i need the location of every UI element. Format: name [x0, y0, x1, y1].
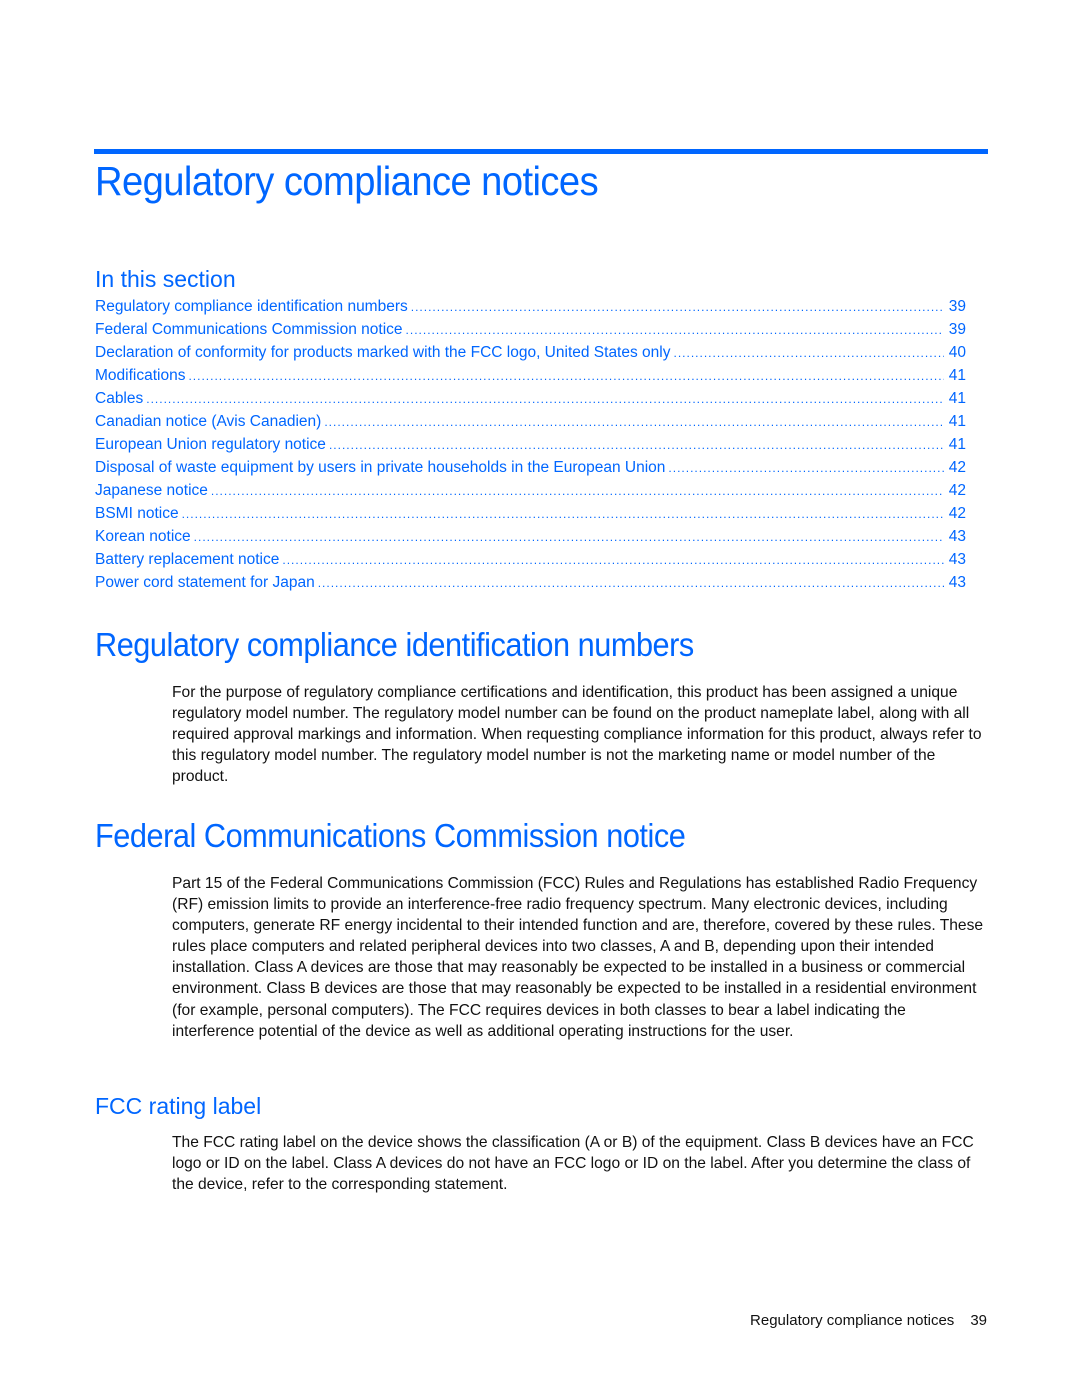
toc-item[interactable]: BSMI notice 42 — [95, 505, 966, 528]
section-heading-identification: Regulatory compliance identification num… — [95, 626, 694, 663]
toc-item-title: European Union regulatory notice — [95, 436, 326, 453]
toc-item[interactable]: Canadian notice (Avis Canadien) 41 — [95, 413, 966, 436]
toc-item-title: Disposal of waste equipment by users in … — [95, 459, 666, 476]
toc-item-title: Cables — [95, 390, 144, 407]
toc-leader-dots — [194, 530, 944, 544]
toc-item-page: 42 — [948, 459, 966, 476]
toc-item[interactable]: Regulatory compliance identification num… — [95, 298, 966, 321]
toc-item[interactable]: Korean notice 43 — [95, 528, 966, 551]
toc-item-title: Declaration of conformity for products m… — [95, 344, 671, 361]
toc-item-page: 39 — [948, 321, 966, 338]
toc-leader-dots — [673, 346, 943, 360]
toc-item-title: Korean notice — [95, 528, 191, 545]
toc-item-page: 41 — [948, 367, 966, 384]
toc-item[interactable]: European Union regulatory notice 41 — [95, 436, 966, 459]
footer-page-number: 39 — [970, 1312, 987, 1329]
toc-item-title: Regulatory compliance identification num… — [95, 298, 408, 315]
toc-item-title: Battery replacement notice — [95, 551, 280, 568]
toc-leader-dots — [318, 576, 944, 590]
section-body-identification: For the purpose of regulatory compliance… — [172, 684, 982, 786]
toc-item-title: Modifications — [95, 367, 186, 384]
toc-item[interactable]: Cables 41 — [95, 390, 966, 413]
toc-leader-dots — [211, 484, 944, 498]
chapter-title: Regulatory compliance notices — [95, 158, 599, 204]
toc-leader-dots — [182, 507, 944, 521]
toc-item-title: Japanese notice — [95, 482, 208, 499]
toc-item-title: Power cord statement for Japan — [95, 574, 315, 591]
subsection-body-fcc-rating: The FCC rating label on the device shows… — [172, 1134, 974, 1194]
toc-leader-dots — [188, 369, 943, 383]
toc-leader-dots — [282, 553, 943, 567]
table-of-contents: Regulatory compliance identification num… — [95, 298, 966, 597]
page-footer: Regulatory compliance notices 39 — [750, 1312, 987, 1329]
toc-leader-dots — [668, 461, 943, 475]
toc-leader-dots — [324, 415, 943, 429]
toc-item-page: 43 — [948, 574, 966, 591]
toc-item-title: Canadian notice (Avis Canadien) — [95, 413, 322, 430]
subsection-heading-fcc-rating: FCC rating label — [95, 1093, 262, 1119]
toc-item-page: 41 — [948, 390, 966, 407]
toc-leader-dots — [411, 300, 944, 314]
toc-item-page: 43 — [948, 551, 966, 568]
footer-chapter-title: Regulatory compliance notices — [750, 1312, 955, 1329]
toc-item[interactable]: Disposal of waste equipment by users in … — [95, 459, 966, 482]
toc-item-title: BSMI notice — [95, 505, 179, 522]
section-body-fcc: Part 15 of the Federal Communications Co… — [172, 875, 984, 1040]
toc-item[interactable]: Japanese notice 42 — [95, 482, 966, 505]
toc-item-page: 43 — [948, 528, 966, 545]
toc-item[interactable]: Modifications 41 — [95, 367, 966, 390]
toc-leader-dots — [329, 438, 944, 452]
chapter-rule — [94, 149, 988, 154]
toc-item[interactable]: Federal Communications Commission notice… — [95, 321, 966, 344]
toc-item[interactable]: Battery replacement notice 43 — [95, 551, 966, 574]
toc-leader-dots — [406, 323, 944, 337]
toc-item[interactable]: Power cord statement for Japan 43 — [95, 574, 966, 597]
toc-item-page: 42 — [948, 482, 966, 499]
toc-leader-dots — [146, 392, 944, 406]
toc-item-page: 41 — [948, 436, 966, 453]
toc-item-page: 39 — [948, 298, 966, 315]
toc-item-page: 41 — [948, 413, 966, 430]
section-heading-fcc: Federal Communications Commission notice — [95, 817, 686, 854]
toc-item-page: 40 — [948, 344, 966, 361]
in-this-section-label: In this section — [95, 266, 236, 292]
toc-item-title: Federal Communications Commission notice — [95, 321, 403, 338]
toc-item[interactable]: Declaration of conformity for products m… — [95, 344, 966, 367]
toc-item-page: 42 — [948, 505, 966, 522]
